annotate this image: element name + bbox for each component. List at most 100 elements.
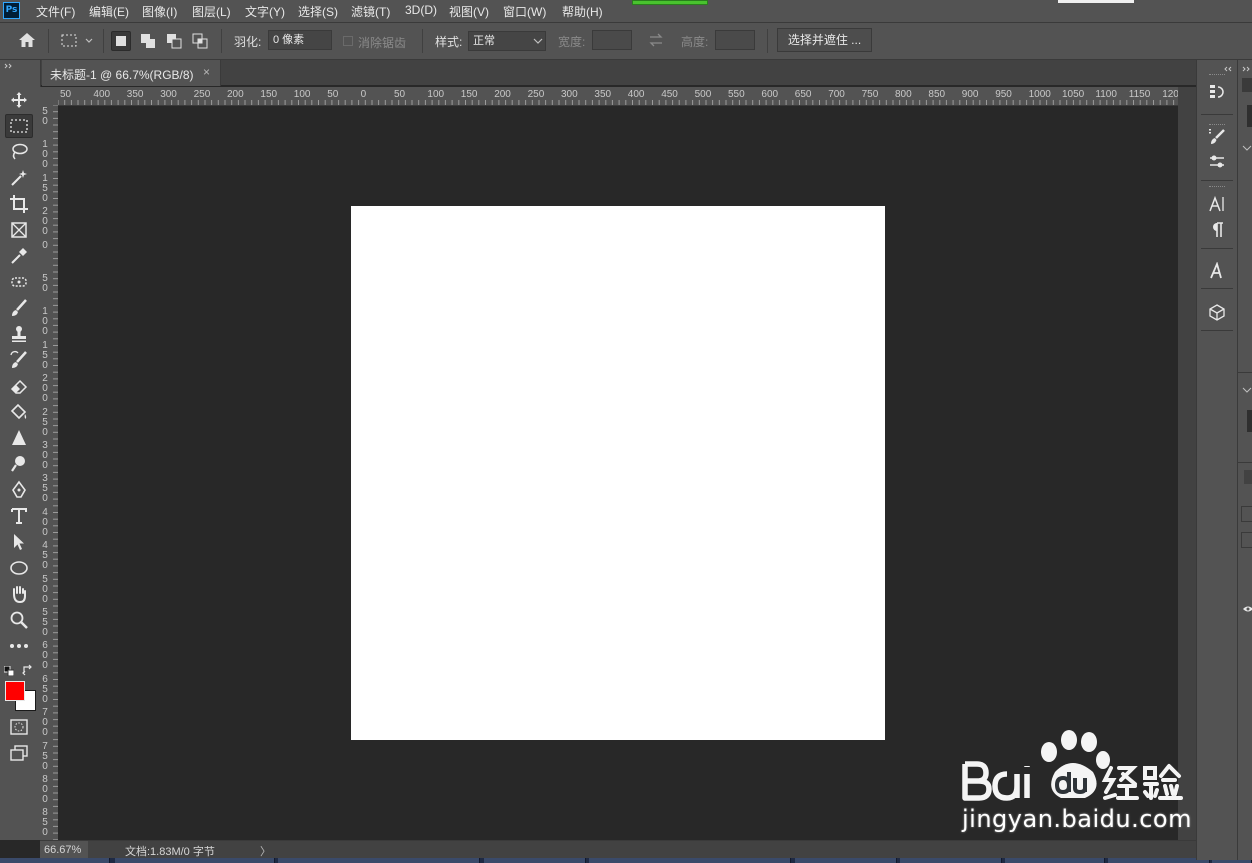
default-colors-icon[interactable] <box>3 665 15 679</box>
zoom-level-field[interactable]: 66.67% <box>40 841 88 859</box>
pen-icon[interactable] <box>5 478 33 502</box>
menu-layer[interactable]: 图层(L) <box>192 3 231 20</box>
feather-input[interactable]: 0 像素 <box>268 30 332 50</box>
panel-tab[interactable] <box>1242 78 1252 92</box>
eraser-icon[interactable] <box>5 374 33 398</box>
subtract-selection-button[interactable] <box>164 31 184 51</box>
foreground-color-swatch[interactable] <box>5 681 25 701</box>
taskbar-item[interactable] <box>900 858 1002 863</box>
ruler-label: 300 <box>561 89 578 100</box>
magic-wand-icon[interactable] <box>5 166 33 190</box>
blend-mode-field[interactable] <box>1241 532 1252 548</box>
vertical-ruler[interactable]: 5010015020005010015020025030035040045050… <box>40 105 59 840</box>
brush-icon[interactable] <box>5 296 33 320</box>
menu-file[interactable]: 文件(F) <box>36 3 75 20</box>
home-icon[interactable] <box>18 32 36 51</box>
add-selection-button[interactable] <box>138 31 158 51</box>
ellipse-icon[interactable] <box>5 556 33 580</box>
menu-view[interactable]: 视图(V) <box>449 3 489 20</box>
path-select-icon[interactable] <box>5 530 33 554</box>
select-and-mask-button[interactable]: 选择并遮住 ... <box>777 28 872 52</box>
dodge-icon[interactable] <box>5 452 33 476</box>
adjustments-icon[interactable] <box>1205 150 1229 174</box>
document-tab-label: 未标题-1 @ 66.7%(RGB/8) <box>50 68 194 82</box>
panel-field[interactable] <box>1247 410 1252 432</box>
taskbar-item[interactable] <box>795 858 897 863</box>
document-canvas[interactable] <box>351 206 885 740</box>
taskbar-item[interactable] <box>278 858 480 863</box>
zoom-icon[interactable] <box>5 608 33 632</box>
lasso-icon[interactable] <box>5 140 33 164</box>
chevron-down-icon[interactable] <box>1242 382 1252 396</box>
marquee-icon[interactable] <box>5 114 33 138</box>
paragraph-panel-icon[interactable] <box>1205 218 1229 242</box>
taskbar-item[interactable] <box>0 858 110 863</box>
3d-panel-icon[interactable] <box>1205 300 1229 324</box>
style-select-value: 正常 <box>473 35 495 47</box>
expand-panels-icon[interactable] <box>1223 61 1233 75</box>
more-icon[interactable] <box>5 634 33 658</box>
screen-mode-icon[interactable] <box>5 741 33 765</box>
paint-bucket-icon[interactable] <box>5 400 33 424</box>
status-bar: 66.67% 文档:1.83M/0 字节 〉 <box>40 840 1196 859</box>
menu-filter[interactable]: 滤镜(T) <box>351 3 390 20</box>
chevron-down-icon[interactable] <box>1242 140 1252 154</box>
hand-icon[interactable] <box>5 582 33 606</box>
menu-edit[interactable]: 编辑(E) <box>89 3 129 20</box>
ruler-label: 600 <box>761 89 779 100</box>
taskbar-item[interactable] <box>115 858 275 863</box>
window-tab-right[interactable] <box>1058 0 1134 3</box>
layers-tab[interactable] <box>1244 470 1252 484</box>
history-panel-icon[interactable] <box>1205 80 1229 104</box>
taskbar-item[interactable] <box>1005 858 1105 863</box>
swap-icon[interactable] <box>648 33 664 50</box>
intersect-selection-button[interactable] <box>190 31 210 51</box>
glyphs-panel-icon[interactable] <box>1205 259 1229 283</box>
window-tab-left[interactable] <box>632 0 708 5</box>
dock-collapse-icon[interactable] <box>1242 61 1252 75</box>
ruler-label: 200 <box>42 373 48 405</box>
collapse-icon[interactable] <box>4 61 14 71</box>
style-select[interactable]: 正常 <box>468 31 546 51</box>
panel-field[interactable] <box>1247 105 1252 127</box>
sharpen-icon[interactable] <box>5 426 33 450</box>
brush-settings-icon[interactable] <box>1205 124 1229 148</box>
height-input[interactable] <box>715 30 755 50</box>
taskbar-item[interactable] <box>484 858 586 863</box>
character-panel-icon[interactable] <box>1205 192 1229 216</box>
taskbar-item[interactable] <box>589 858 791 863</box>
swap-colors-icon[interactable] <box>22 664 34 679</box>
frame-icon[interactable] <box>5 218 33 242</box>
close-icon[interactable]: × <box>203 65 210 79</box>
width-input[interactable] <box>592 30 632 50</box>
menu-window[interactable]: 窗口(W) <box>503 3 546 20</box>
ruler-label: 300 <box>42 440 48 471</box>
move-icon[interactable] <box>5 88 33 112</box>
eyedropper-icon[interactable] <box>5 244 33 268</box>
healing-icon[interactable] <box>5 270 33 294</box>
document-tab[interactable]: 未标题-1 @ 66.7%(RGB/8) × <box>42 60 221 86</box>
antialias-checkbox[interactable] <box>343 36 353 46</box>
new-selection-button[interactable] <box>111 31 131 51</box>
stamp-icon[interactable] <box>5 322 33 346</box>
menu-type[interactable]: 文字(Y) <box>245 3 285 20</box>
ruler-label: 250 <box>527 89 545 100</box>
eye-icon[interactable] <box>1243 602 1252 616</box>
quick-mask-icon[interactable] <box>5 715 33 739</box>
crop-icon[interactable] <box>5 192 33 216</box>
horizontal-ruler[interactable]: 50 400 350 300 250 200 150 100 50 0 50 100 150 200 250… <box>58 87 1178 106</box>
status-menu-arrow-icon[interactable]: 〉 <box>260 843 271 859</box>
menu-3d[interactable]: 3D(D) <box>405 3 437 17</box>
feather-label: 羽化: <box>234 35 262 49</box>
ruler-label: 1000 <box>1028 89 1051 100</box>
type-icon[interactable] <box>5 504 33 528</box>
ruler-origin[interactable] <box>40 87 59 106</box>
taskbar-item[interactable] <box>1108 858 1210 863</box>
layer-filter-field[interactable] <box>1241 506 1252 522</box>
marquee-preset-icon[interactable] <box>60 32 94 53</box>
history-brush-icon[interactable] <box>5 348 33 372</box>
ruler-label: 50 <box>327 89 339 100</box>
menu-select[interactable]: 选择(S) <box>298 3 338 20</box>
menu-image[interactable]: 图像(I) <box>142 3 177 20</box>
menu-help[interactable]: 帮助(H) <box>562 3 603 20</box>
